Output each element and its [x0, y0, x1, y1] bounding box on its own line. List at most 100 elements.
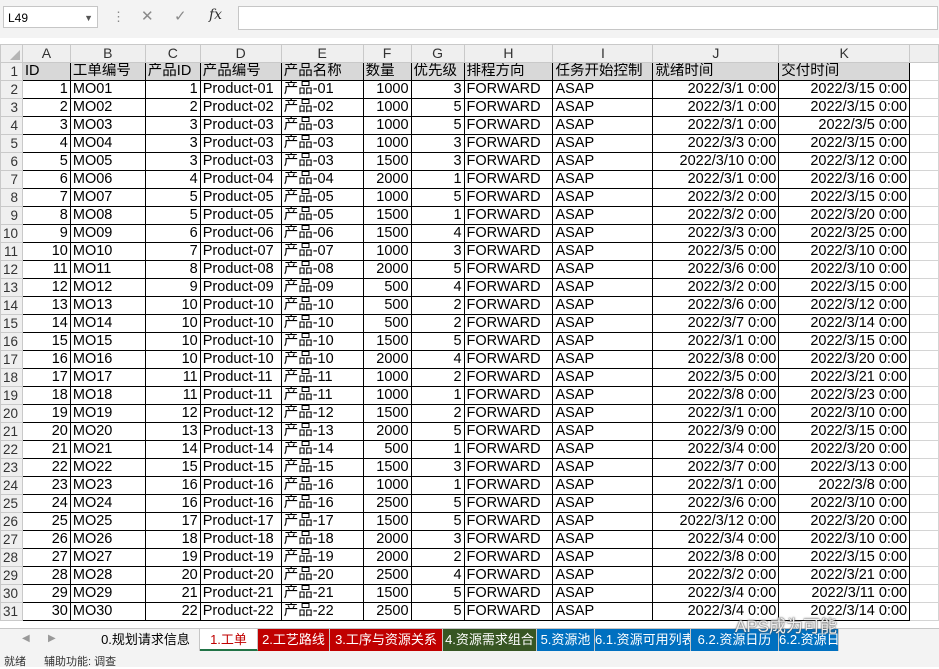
- table-cell[interactable]: ASAP: [552, 152, 654, 171]
- table-cell[interactable]: 13: [22, 296, 71, 315]
- table-cell[interactable]: 2: [144, 98, 201, 117]
- table-cell[interactable]: 2022/3/7 0:00: [652, 458, 780, 477]
- table-cell[interactable]: 2022/3/1 0:00: [652, 476, 780, 495]
- table-cell[interactable]: 产品-17: [280, 512, 364, 531]
- table-cell[interactable]: MO18: [69, 386, 146, 405]
- table-cell[interactable]: Product-06: [199, 224, 282, 243]
- table-cell[interactable]: 产品-05: [280, 188, 364, 207]
- table-cell[interactable]: 20: [22, 422, 71, 441]
- table-cell[interactable]: ASAP: [552, 350, 654, 369]
- table-cell[interactable]: ASAP: [552, 116, 654, 135]
- table-cell[interactable]: 10: [144, 332, 201, 351]
- table-cell[interactable]: FORWARD: [463, 134, 554, 153]
- table-cell[interactable]: 2022/3/7 0:00: [652, 314, 780, 333]
- table-cell[interactable]: FORWARD: [463, 440, 554, 459]
- table-cell[interactable]: ASAP: [552, 530, 654, 549]
- table-cell[interactable]: 2022/3/2 0:00: [652, 566, 780, 585]
- table-cell[interactable]: 2: [410, 548, 465, 567]
- table-cell[interactable]: 产品-08: [280, 260, 364, 279]
- table-cell[interactable]: FORWARD: [463, 602, 554, 621]
- table-cell[interactable]: 10: [22, 242, 71, 261]
- table-cell[interactable]: 30: [22, 602, 71, 621]
- table-cell[interactable]: Product-02: [199, 98, 282, 117]
- table-cell[interactable]: Product-03: [199, 134, 282, 153]
- table-cell[interactable]: FORWARD: [463, 224, 554, 243]
- table-cell[interactable]: ASAP: [552, 80, 654, 99]
- table-cell[interactable]: 2022/3/1 0:00: [652, 404, 780, 423]
- table-cell[interactable]: 2022/3/15 0:00: [778, 332, 911, 351]
- table-cell[interactable]: ASAP: [552, 242, 654, 261]
- table-cell[interactable]: ASAP: [552, 602, 654, 621]
- empty-cell[interactable]: [909, 440, 939, 459]
- table-cell[interactable]: 2022/3/3 0:00: [652, 224, 780, 243]
- row-header[interactable]: 25: [0, 494, 24, 513]
- empty-cell[interactable]: [909, 548, 939, 567]
- tab-sheet-1[interactable]: 1.工单: [200, 629, 258, 651]
- table-cell[interactable]: 产品-21: [280, 584, 364, 603]
- table-cell[interactable]: 2000: [362, 350, 412, 369]
- empty-cell[interactable]: [909, 530, 939, 549]
- table-cell[interactable]: 2022/3/12 0:00: [778, 296, 911, 315]
- table-cell[interactable]: 5: [410, 260, 465, 279]
- row-header[interactable]: 7: [0, 170, 24, 189]
- table-cell[interactable]: MO29: [69, 584, 146, 603]
- table-cell[interactable]: MO25: [69, 512, 146, 531]
- table-cell[interactable]: 4: [410, 278, 465, 297]
- table-cell[interactable]: FORWARD: [463, 530, 554, 549]
- table-cell[interactable]: ASAP: [552, 548, 654, 567]
- table-cell[interactable]: FORWARD: [463, 422, 554, 441]
- table-cell[interactable]: 2022/3/12 0:00: [778, 152, 911, 171]
- table-cell[interactable]: 1000: [362, 368, 412, 387]
- table-cell[interactable]: 2022/3/15 0:00: [778, 548, 911, 567]
- table-cell[interactable]: 25: [22, 512, 71, 531]
- table-cell[interactable]: 19: [144, 548, 201, 567]
- table-cell[interactable]: 2022/3/15 0:00: [778, 98, 911, 117]
- table-cell[interactable]: Product-09: [199, 278, 282, 297]
- row-header[interactable]: 23: [0, 458, 24, 477]
- table-cell[interactable]: Product-11: [199, 368, 282, 387]
- table-cell[interactable]: 2022/3/20 0:00: [778, 440, 911, 459]
- table-cell[interactable]: 500: [362, 314, 412, 333]
- table-cell[interactable]: 1: [144, 80, 201, 99]
- row-header[interactable]: 3: [0, 98, 24, 117]
- table-cell[interactable]: 2022/3/2 0:00: [652, 278, 780, 297]
- table-cell[interactable]: FORWARD: [463, 368, 554, 387]
- row-header[interactable]: 31: [0, 602, 24, 621]
- table-cell[interactable]: 产品-09: [280, 278, 364, 297]
- table-cell[interactable]: 2022/3/10 0:00: [778, 404, 911, 423]
- table-cell[interactable]: 1: [410, 386, 465, 405]
- table-cell[interactable]: 15: [22, 332, 71, 351]
- table-cell[interactable]: Product-08: [199, 260, 282, 279]
- table-cell[interactable]: 1500: [362, 458, 412, 477]
- column-header-j[interactable]: J: [652, 44, 780, 63]
- table-cell[interactable]: 2022/3/6 0:00: [652, 494, 780, 513]
- table-cell[interactable]: 5: [410, 512, 465, 531]
- table-cell[interactable]: 产品-04: [280, 170, 364, 189]
- table-cell[interactable]: 产品-10: [280, 350, 364, 369]
- row-header[interactable]: 4: [0, 116, 24, 135]
- table-cell[interactable]: 产品-11: [280, 368, 364, 387]
- table-cell[interactable]: 2500: [362, 494, 412, 513]
- row-header[interactable]: 9: [0, 206, 24, 225]
- table-cell[interactable]: 产品-10: [280, 314, 364, 333]
- table-cell[interactable]: MO20: [69, 422, 146, 441]
- empty-cell[interactable]: [909, 134, 939, 153]
- table-cell[interactable]: 产品-16: [280, 494, 364, 513]
- table-cell[interactable]: 3: [410, 458, 465, 477]
- table-cell[interactable]: 10: [144, 314, 201, 333]
- table-cell[interactable]: 23: [22, 476, 71, 495]
- header-cell[interactable]: 就绪时间: [652, 62, 780, 81]
- table-cell[interactable]: FORWARD: [463, 188, 554, 207]
- table-cell[interactable]: Product-12: [199, 404, 282, 423]
- table-cell[interactable]: ASAP: [552, 422, 654, 441]
- empty-cell[interactable]: [909, 152, 939, 171]
- table-cell[interactable]: 2022/3/5 0:00: [652, 368, 780, 387]
- table-cell[interactable]: 产品-07: [280, 242, 364, 261]
- row-header[interactable]: 20: [0, 404, 24, 423]
- table-cell[interactable]: Product-04: [199, 170, 282, 189]
- table-cell[interactable]: 2022/3/1 0:00: [652, 80, 780, 99]
- table-cell[interactable]: MO13: [69, 296, 146, 315]
- table-cell[interactable]: 1000: [362, 476, 412, 495]
- table-cell[interactable]: 22: [22, 458, 71, 477]
- table-cell[interactable]: 2000: [362, 422, 412, 441]
